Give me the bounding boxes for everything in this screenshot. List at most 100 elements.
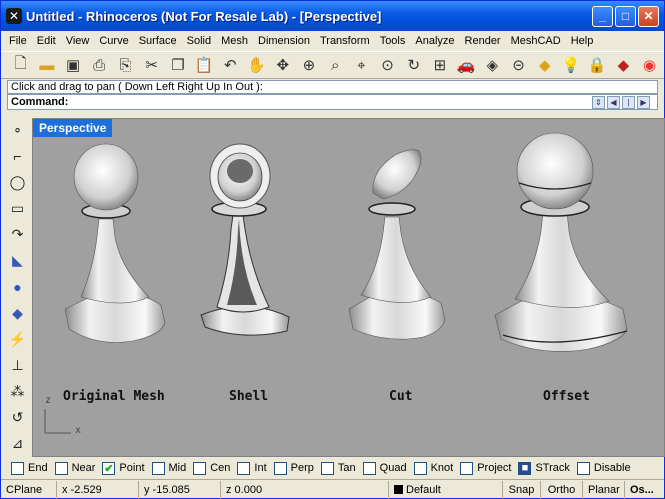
chevron-left-icon[interactable]: ◀: [607, 96, 620, 109]
snap-int[interactable]: Int: [237, 461, 267, 475]
snap-cen[interactable]: Cen: [193, 461, 230, 475]
checkbox[interactable]: [54, 461, 68, 475]
render-surface-icon[interactable]: ◈: [481, 53, 504, 77]
checkbox[interactable]: [362, 461, 376, 475]
viewport-title-tab[interactable]: Perspective: [33, 119, 113, 137]
mesh-icon[interactable]: ◆: [6, 301, 30, 325]
checkbox[interactable]: [193, 461, 207, 475]
copy-icon[interactable]: ❐: [166, 53, 189, 77]
snap-near[interactable]: Near: [54, 461, 95, 475]
dimension-icon[interactable]: ⊥: [6, 353, 30, 377]
pawn-offset[interactable]: [494, 132, 628, 352]
layer-icon[interactable]: ◆: [533, 53, 556, 77]
menu-help[interactable]: Help: [566, 35, 599, 47]
surface-icon[interactable]: ◣: [6, 249, 30, 273]
rotate-view-icon[interactable]: ✥: [271, 53, 294, 77]
snap-strack[interactable]: ■ STrack: [518, 461, 570, 475]
pipe-icon[interactable]: |: [622, 96, 635, 109]
minimize-button[interactable]: _: [592, 5, 613, 27]
status-osnap[interactable]: Os...: [625, 481, 663, 499]
new-file-icon[interactable]: 🗋: [9, 53, 32, 77]
snap-disable[interactable]: Disable: [576, 461, 631, 475]
title-bar[interactable]: ✕ Untitled - Rhinoceros (Not For Resale …: [1, 1, 664, 31]
menu-meshcad[interactable]: MeshCAD: [506, 35, 566, 47]
rectangle-icon[interactable]: ▭: [6, 196, 30, 220]
zoom-extents-icon[interactable]: ⌖: [350, 53, 373, 77]
close-button[interactable]: ✕: [638, 5, 659, 27]
light-bulb-icon[interactable]: 💡: [559, 53, 582, 77]
menu-render[interactable]: Render: [460, 35, 506, 47]
zoom-icon[interactable]: ⊕: [297, 53, 320, 77]
perspective-viewport[interactable]: Perspective Original Mesh Shell Cut Offs…: [32, 118, 665, 457]
menu-curve[interactable]: Curve: [94, 35, 133, 47]
checkbox[interactable]: [460, 461, 474, 475]
menu-surface[interactable]: Surface: [134, 35, 182, 47]
menu-edit[interactable]: Edit: [32, 35, 61, 47]
checkbox-checked[interactable]: ■: [518, 461, 532, 475]
status-cplane[interactable]: CPlane: [1, 480, 57, 499]
circle-icon[interactable]: ◯: [6, 170, 30, 194]
menu-transform[interactable]: Transform: [315, 35, 375, 47]
status-ortho[interactable]: Ortho: [541, 480, 583, 499]
snap-knot[interactable]: Knot: [413, 461, 453, 475]
menu-view[interactable]: View: [61, 35, 95, 47]
menu-file[interactable]: File: [4, 35, 32, 47]
zoom-window-icon[interactable]: ⌕: [323, 53, 346, 77]
snap-perp[interactable]: Perp: [273, 461, 314, 475]
undo-icon[interactable]: ↶: [219, 53, 242, 77]
checkbox[interactable]: [151, 461, 165, 475]
array-icon[interactable]: ⁂: [6, 380, 30, 404]
open-folder-icon[interactable]: ▬: [35, 53, 58, 77]
status-snap[interactable]: Snap: [503, 480, 541, 499]
snap-point[interactable]: ✔ Point: [102, 461, 145, 475]
print-icon[interactable]: ⎙: [88, 53, 111, 77]
paste-icon[interactable]: 📋: [192, 53, 215, 77]
checkbox[interactable]: [237, 461, 251, 475]
rotate-3d-icon[interactable]: ↻: [402, 53, 425, 77]
materials-icon[interactable]: ◆: [612, 53, 635, 77]
menu-mesh[interactable]: Mesh: [216, 35, 253, 47]
command-prompt[interactable]: Command:: [7, 94, 658, 110]
grid-icon[interactable]: ⊿: [6, 432, 30, 456]
snap-tan[interactable]: Tan: [320, 461, 356, 475]
import-icon[interactable]: ⎘: [114, 53, 137, 77]
menu-analyze[interactable]: Analyze: [410, 35, 459, 47]
four-viewports-icon[interactable]: ⊞: [428, 53, 451, 77]
snap-quad[interactable]: Quad: [362, 461, 407, 475]
checkbox[interactable]: [576, 461, 590, 475]
transform-icon[interactable]: ⚡: [6, 327, 30, 351]
pan-hand-icon[interactable]: ✋: [245, 53, 268, 77]
color-wheel-icon[interactable]: ◉: [638, 53, 661, 77]
checkbox[interactable]: [320, 461, 334, 475]
scroll-updown-icon[interactable]: ⇕: [592, 96, 605, 109]
status-planar[interactable]: Planar: [583, 480, 625, 499]
checkbox[interactable]: [413, 461, 427, 475]
polyline-icon[interactable]: ⌐: [6, 144, 30, 168]
checkbox-checked[interactable]: ✔: [102, 461, 116, 475]
curve-icon[interactable]: ↷: [6, 223, 30, 247]
car-render-icon[interactable]: 🚗: [454, 53, 477, 77]
rhino-app-icon[interactable]: ✕: [6, 8, 22, 24]
chevron-right-icon[interactable]: ▶: [637, 96, 650, 109]
checkbox[interactable]: [273, 461, 287, 475]
osnap-curve-icon[interactable]: ↺: [6, 406, 30, 430]
cut-icon[interactable]: ✂: [140, 53, 163, 77]
point-icon[interactable]: ∘: [6, 118, 30, 142]
osnap-icon[interactable]: ⊝: [507, 53, 530, 77]
pawn-original-mesh[interactable]: [64, 143, 166, 343]
snap-mid[interactable]: Mid: [151, 461, 186, 475]
save-icon[interactable]: ▣: [61, 53, 84, 77]
menu-solid[interactable]: Solid: [182, 35, 216, 47]
pawn-cut[interactable]: [348, 149, 446, 340]
menu-tools[interactable]: Tools: [375, 35, 411, 47]
lock-icon[interactable]: 🔒: [585, 53, 608, 77]
checkbox[interactable]: [11, 461, 24, 475]
maximize-button[interactable]: □: [615, 5, 636, 27]
snap-project[interactable]: Project: [460, 461, 511, 475]
pawn-shell[interactable]: [200, 143, 290, 336]
menu-dimension[interactable]: Dimension: [253, 35, 315, 47]
solid-sphere-icon[interactable]: ●: [6, 275, 30, 299]
snap-end[interactable]: End: [11, 461, 48, 475]
status-layer[interactable]: Default: [389, 480, 503, 499]
zoom-selected-icon[interactable]: ⊙: [376, 53, 399, 77]
